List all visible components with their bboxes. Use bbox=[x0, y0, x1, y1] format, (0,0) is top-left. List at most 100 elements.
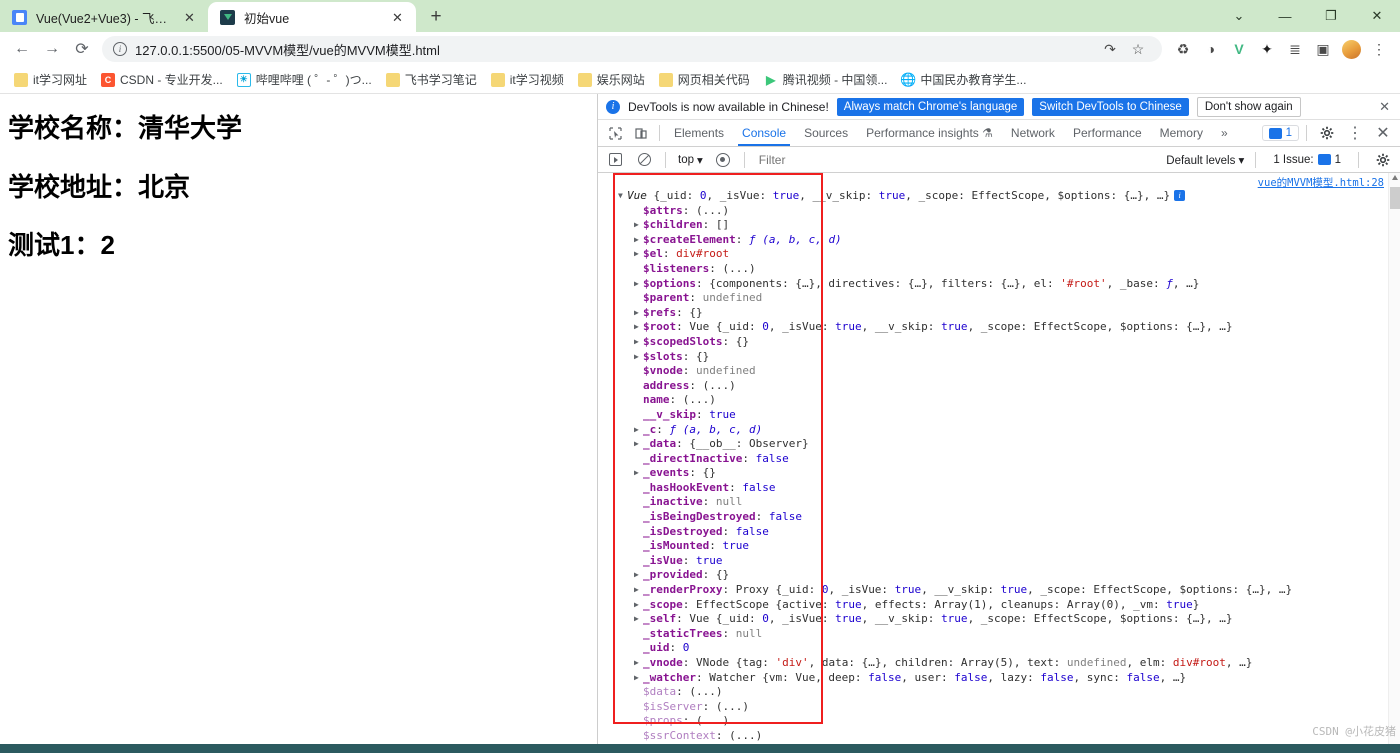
console-log-row[interactable]: ▶ $children: [] bbox=[618, 218, 1387, 233]
console-log-row[interactable]: ▼ Vue {_uid: 0, _isVue: true, __v_skip: t… bbox=[618, 189, 1387, 204]
site-info-icon[interactable] bbox=[113, 42, 127, 56]
vue-devtools-icon[interactable]: V bbox=[1226, 36, 1252, 62]
console-log-row[interactable]: ▶ _watcher: Watcher {vm: Vue, deep: false… bbox=[618, 671, 1387, 686]
console-source-link[interactable]: vue的MVVM模型.html:28 bbox=[1258, 175, 1384, 190]
console-log-row[interactable]: ▶ _self: Vue {_uid: 0, _isVue: true, __v_… bbox=[618, 612, 1387, 627]
address-bar[interactable]: 127.0.0.1:5500/05-MVVM模型/vue的MVVM模型.html… bbox=[102, 36, 1162, 62]
back-icon[interactable]: ← bbox=[8, 35, 36, 63]
console-sidebar-toggle-icon[interactable] bbox=[602, 148, 628, 172]
disclosure-triangle-icon[interactable]: ▶ bbox=[634, 306, 643, 321]
console-log-row[interactable]: ▶ $el: div#root bbox=[618, 247, 1387, 262]
scrollbar-thumb[interactable] bbox=[1390, 187, 1400, 209]
console-log-row[interactable]: $data: (...) bbox=[618, 685, 1387, 700]
disclosure-triangle-icon[interactable]: ▶ bbox=[634, 218, 643, 233]
disclosure-triangle-icon[interactable]: ▶ bbox=[634, 568, 643, 583]
bookmark-item[interactable]: 飞书学习笔记 bbox=[380, 69, 483, 90]
console-log-row[interactable]: ▶ $refs: {} bbox=[618, 306, 1387, 321]
playlist-icon[interactable]: ≣ bbox=[1282, 36, 1308, 62]
bookmark-item[interactable]: 网页相关代码 bbox=[653, 69, 756, 90]
console-log-row[interactable]: ▶ $createElement: ƒ (a, b, c, d) bbox=[618, 233, 1387, 248]
tab-performance-insights[interactable]: Performance insights ⚗ bbox=[857, 122, 1002, 145]
console-log-row[interactable]: $props: (...) bbox=[618, 714, 1387, 729]
console-scrollbar[interactable] bbox=[1388, 173, 1400, 753]
profile-avatar[interactable] bbox=[1338, 36, 1364, 62]
bookmark-item[interactable]: C CSDN - 专业开发... bbox=[95, 69, 229, 90]
console-log-row[interactable]: $isServer: (...) bbox=[618, 700, 1387, 715]
tab-performance[interactable]: Performance bbox=[1064, 122, 1151, 145]
browser-tab-2[interactable]: 初始vue ✕ bbox=[208, 2, 416, 32]
console-log-row[interactable]: $attrs: (...) bbox=[618, 204, 1387, 219]
console-log-row[interactable]: ▶ $scopedSlots: {} bbox=[618, 335, 1387, 350]
disclosure-triangle-icon[interactable]: ▶ bbox=[634, 320, 643, 335]
console-log-row[interactable]: ▶ $slots: {} bbox=[618, 350, 1387, 365]
console-log-row[interactable]: address: (...) bbox=[618, 379, 1387, 394]
close-window-icon[interactable]: ✕ bbox=[1354, 0, 1400, 32]
log-levels-selector[interactable]: Default levels ▾ bbox=[1166, 153, 1244, 167]
console-log-row[interactable]: _uid: 0 bbox=[618, 641, 1387, 656]
more-tabs-icon[interactable]: » bbox=[1212, 122, 1237, 145]
tab-close-icon[interactable]: ✕ bbox=[389, 9, 406, 26]
issues-chip[interactable]: 1 Issue: 1 bbox=[1267, 153, 1347, 167]
console-log-row[interactable]: __v_skip: true bbox=[618, 408, 1387, 423]
console-log-row[interactable]: $parent: undefined bbox=[618, 291, 1387, 306]
clear-console-icon[interactable] bbox=[631, 148, 657, 172]
console-log-row[interactable]: ▶ $root: Vue {_uid: 0, _isVue: true, __v_… bbox=[618, 320, 1387, 335]
bookmark-item[interactable]: it学习视频 bbox=[485, 69, 570, 90]
console-log-row[interactable]: name: (...) bbox=[618, 393, 1387, 408]
disclosure-triangle-icon[interactable]: ▶ bbox=[634, 247, 643, 262]
inspect-element-icon[interactable] bbox=[602, 121, 628, 145]
disclosure-triangle-icon[interactable]: ▶ bbox=[634, 423, 643, 438]
console-log-row[interactable]: ▶ _events: {} bbox=[618, 466, 1387, 481]
console-log-row[interactable]: ▶ _scope: EffectScope {active: true, effe… bbox=[618, 598, 1387, 613]
disclosure-triangle-icon[interactable]: ▶ bbox=[634, 671, 643, 686]
close-devtools-icon[interactable]: ✕ bbox=[1370, 121, 1396, 145]
tab-close-icon[interactable]: ✕ bbox=[181, 9, 198, 26]
tab-console[interactable]: Console bbox=[733, 122, 795, 146]
disclosure-triangle-icon[interactable]: ▶ bbox=[634, 277, 643, 292]
share-icon[interactable]: ↷ bbox=[1097, 36, 1123, 62]
filter-input[interactable] bbox=[752, 149, 1164, 170]
disclosure-triangle-icon[interactable]: ▼ bbox=[618, 189, 627, 204]
devtools-menu-icon[interactable]: ⋮ bbox=[1342, 121, 1368, 145]
device-toolbar-icon[interactable] bbox=[628, 121, 654, 145]
console-log-row[interactable]: _hasHookEvent: false bbox=[618, 481, 1387, 496]
bookmark-star-icon[interactable]: ☆ bbox=[1125, 36, 1151, 62]
maximize-icon[interactable]: ❐ bbox=[1308, 0, 1354, 32]
console-log-row[interactable]: ▶ _provided: {} bbox=[618, 568, 1387, 583]
switch-devtools-to-chinese-button[interactable]: Switch DevTools to Chinese bbox=[1032, 97, 1189, 116]
console-log-row[interactable]: _isDestroyed: false bbox=[618, 525, 1387, 540]
browser-tab-1[interactable]: Vue(Vue2+Vue3) - 飞书云文档 ✕ bbox=[0, 2, 208, 32]
tab-memory[interactable]: Memory bbox=[1151, 122, 1212, 145]
disclosure-triangle-icon[interactable]: ▶ bbox=[634, 466, 643, 481]
console-log-row[interactable]: ▶ _vnode: VNode {tag: 'div', data: {…}, c… bbox=[618, 656, 1387, 671]
console-log-row[interactable]: _isMounted: true bbox=[618, 539, 1387, 554]
object-info-icon[interactable]: i bbox=[1174, 190, 1186, 201]
disclosure-triangle-icon[interactable]: ▶ bbox=[634, 350, 643, 365]
console-output[interactable]: vue的MVVM模型.html:28 ▼ Vue {_uid: 0, _isVue… bbox=[598, 173, 1400, 753]
execution-context-selector[interactable]: top ▾ bbox=[674, 153, 707, 167]
bookmark-item[interactable]: 娱乐网站 bbox=[572, 69, 651, 90]
tab-elements[interactable]: Elements bbox=[665, 122, 733, 145]
reload-icon[interactable]: ⟳ bbox=[68, 35, 96, 63]
recycle-extension-icon[interactable]: ♻ bbox=[1170, 36, 1196, 62]
bookmark-item[interactable]: 🌐 中国民办教育学生... bbox=[895, 69, 1032, 90]
gear-icon[interactable] bbox=[1314, 121, 1340, 145]
tab-network[interactable]: Network bbox=[1002, 122, 1064, 145]
minimize-to-tray-icon[interactable]: ⌄ bbox=[1216, 0, 1262, 32]
bookmark-item[interactable]: ☀ 哔哩哔哩 ( ゜- ゜)つ... bbox=[231, 69, 378, 90]
console-settings-gear-icon[interactable] bbox=[1370, 148, 1396, 172]
dont-show-again-button[interactable]: Don't show again bbox=[1196, 96, 1301, 117]
disclosure-triangle-icon[interactable]: ▶ bbox=[634, 612, 643, 627]
circle-extension-icon[interactable]: ◑ bbox=[1198, 36, 1224, 62]
console-log-row[interactable]: _isVue: true bbox=[618, 554, 1387, 569]
console-log-row[interactable]: _directInactive: false bbox=[618, 452, 1387, 467]
console-log-row[interactable]: _isBeingDestroyed: false bbox=[618, 510, 1387, 525]
banner-close-icon[interactable]: ✕ bbox=[1379, 99, 1392, 115]
chrome-menu-icon[interactable]: ⋮ bbox=[1366, 36, 1392, 62]
console-log-row[interactable]: _staticTrees: null bbox=[618, 627, 1387, 642]
console-log-row[interactable]: $ssrContext: (...) bbox=[618, 729, 1387, 744]
disclosure-triangle-icon[interactable]: ▶ bbox=[634, 437, 643, 452]
always-match-language-button[interactable]: Always match Chrome's language bbox=[836, 97, 1025, 116]
console-log-row[interactable]: ▶ _c: ƒ (a, b, c, d) bbox=[618, 423, 1387, 438]
disclosure-triangle-icon[interactable]: ▶ bbox=[634, 583, 643, 598]
